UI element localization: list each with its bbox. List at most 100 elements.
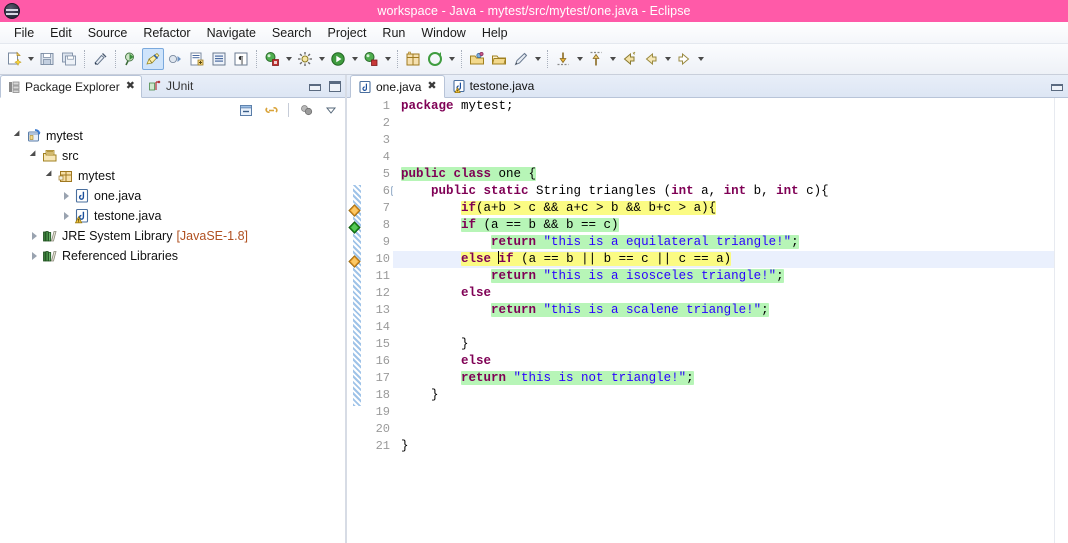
chevron-down-icon[interactable] (607, 48, 618, 70)
open-task-icon[interactable] (208, 48, 230, 70)
save-all-icon[interactable] (58, 48, 80, 70)
tree-item-mytest[interactable]: mytest (0, 126, 345, 146)
tab-testone-java[interactable]: testone.java (445, 75, 542, 98)
search-pencil-icon[interactable] (510, 48, 532, 70)
next-annotation-icon[interactable] (164, 48, 186, 70)
code-line[interactable] (401, 421, 1054, 438)
code-line[interactable]: return "this is a scalene triangle!"; (401, 302, 1054, 319)
warning-marker[interactable] (348, 255, 361, 268)
code-line[interactable]: public class one { (401, 166, 1054, 183)
tree-item-mytest[interactable]: mytest (0, 166, 345, 186)
tree-item-testone-java[interactable]: testone.java (0, 206, 345, 226)
new-wizard-icon[interactable] (3, 48, 25, 70)
external-tools-icon[interactable] (294, 48, 316, 70)
chevron-down-icon[interactable] (574, 48, 585, 70)
open-resource-icon[interactable] (466, 48, 488, 70)
code-line[interactable]: return "this is a equilateral triangle!"… (401, 234, 1054, 251)
code-line[interactable]: else (401, 285, 1054, 302)
chevron-down-icon[interactable] (662, 48, 673, 70)
chevron-down-icon[interactable] (382, 48, 393, 70)
new-class-icon[interactable] (424, 48, 446, 70)
code-line[interactable]: return "this is a isosceles triangle!"; (401, 268, 1054, 285)
tree-item-src[interactable]: src (0, 146, 345, 166)
warning-marker[interactable] (348, 204, 361, 217)
code-line[interactable]: } (401, 336, 1054, 353)
twisty-expanded-icon[interactable] (10, 128, 26, 144)
twisty-expanded-icon[interactable] (42, 168, 58, 184)
overview-ruler[interactable] (1054, 98, 1068, 543)
chevron-down-icon[interactable] (532, 48, 543, 70)
menu-help[interactable]: Help (474, 24, 516, 42)
menu-edit[interactable]: Edit (42, 24, 80, 42)
chevron-down-icon[interactable] (349, 48, 360, 70)
breakpoint-marker[interactable] (348, 221, 361, 234)
chevron-down-icon[interactable] (695, 48, 706, 70)
code-line[interactable]: } (401, 387, 1054, 404)
coverage-icon[interactable] (360, 48, 382, 70)
tab-junit[interactable]: JUnit (142, 75, 199, 98)
back-arrow-icon[interactable] (640, 48, 662, 70)
code-line[interactable] (401, 149, 1054, 166)
package-explorer-tree[interactable]: mytest src mytest one.java testone.java JRE S… (0, 122, 345, 543)
twisty-collapsed-icon[interactable] (26, 228, 42, 244)
code-area[interactable]: package mytest; public class one { publi… (393, 98, 1054, 543)
chevron-down-icon[interactable] (25, 48, 36, 70)
twisty-collapsed-icon[interactable] (26, 248, 42, 264)
twisty-expanded-icon[interactable] (26, 148, 42, 164)
menu-window[interactable]: Window (413, 24, 473, 42)
code-line[interactable]: if (a == b && b == c) (401, 217, 1054, 234)
back-history-icon[interactable] (618, 48, 640, 70)
code-line[interactable]: else (401, 353, 1054, 370)
code-line[interactable] (401, 404, 1054, 421)
twisty-collapsed-icon[interactable] (58, 208, 74, 224)
chevron-down-icon[interactable] (323, 102, 339, 118)
toggle-breadcrumb-icon[interactable] (120, 48, 142, 70)
annotation-icon[interactable] (142, 48, 164, 70)
minimize-icon[interactable] (309, 81, 321, 92)
menu-search[interactable]: Search (264, 24, 320, 42)
tree-item-jre-system-library[interactable]: JRE System Library [JavaSE-1.8] (0, 226, 345, 246)
chevron-down-icon[interactable] (283, 48, 294, 70)
code-line[interactable]: return "this is not triangle!"; (401, 370, 1054, 387)
link-editor-icon[interactable] (263, 102, 279, 118)
code-line[interactable] (401, 115, 1054, 132)
code-line[interactable]: public static String triangles (int a, i… (401, 183, 1054, 200)
open-type-icon[interactable] (186, 48, 208, 70)
run-icon[interactable] (327, 48, 349, 70)
close-icon[interactable]: ✖ (427, 81, 436, 92)
tree-item-referenced-libraries[interactable]: Referenced Libraries (0, 246, 345, 266)
tab-one-java[interactable]: one.java ✖ (350, 75, 445, 98)
menu-navigate[interactable]: Navigate (199, 24, 264, 42)
chevron-down-icon[interactable] (446, 48, 457, 70)
step-return-icon[interactable] (585, 48, 607, 70)
maximize-icon[interactable] (329, 81, 341, 92)
code-line[interactable]: } (401, 438, 1054, 455)
code-line[interactable] (401, 132, 1054, 149)
undo-typing-icon[interactable] (89, 48, 111, 70)
chevron-down-icon[interactable] (316, 48, 327, 70)
menu-project[interactable]: Project (320, 24, 375, 42)
save-icon[interactable] (36, 48, 58, 70)
tree-item-one-java[interactable]: one.java (0, 186, 345, 206)
open-folder-icon[interactable] (488, 48, 510, 70)
code-line[interactable]: else if (a == b || b == c || c == a) (393, 251, 1054, 268)
pilcrow-icon[interactable]: ¶ (230, 48, 252, 70)
new-java-project-icon[interactable] (402, 48, 424, 70)
collapse-all-icon[interactable] (238, 102, 254, 118)
editor-gutter[interactable] (347, 98, 363, 543)
tab-package-explorer[interactable]: Package Explorer ✖ (0, 75, 142, 98)
minimize-icon[interactable] (1051, 81, 1063, 92)
step-into-icon[interactable] (552, 48, 574, 70)
menu-run[interactable]: Run (374, 24, 413, 42)
menu-file[interactable]: File (6, 24, 42, 42)
code-line[interactable]: package mytest; (401, 98, 1054, 115)
debug-icon[interactable] (261, 48, 283, 70)
menu-source[interactable]: Source (80, 24, 136, 42)
menu-refactor[interactable]: Refactor (135, 24, 198, 42)
focus-task-icon[interactable] (298, 102, 314, 118)
forward-arrow-icon[interactable] (673, 48, 695, 70)
code-line[interactable] (401, 319, 1054, 336)
code-line[interactable]: if(a+b > c && a+c > b && b+c > a){ (401, 200, 1054, 217)
close-icon[interactable]: ✖ (126, 81, 135, 92)
twisty-collapsed-icon[interactable] (58, 188, 74, 204)
